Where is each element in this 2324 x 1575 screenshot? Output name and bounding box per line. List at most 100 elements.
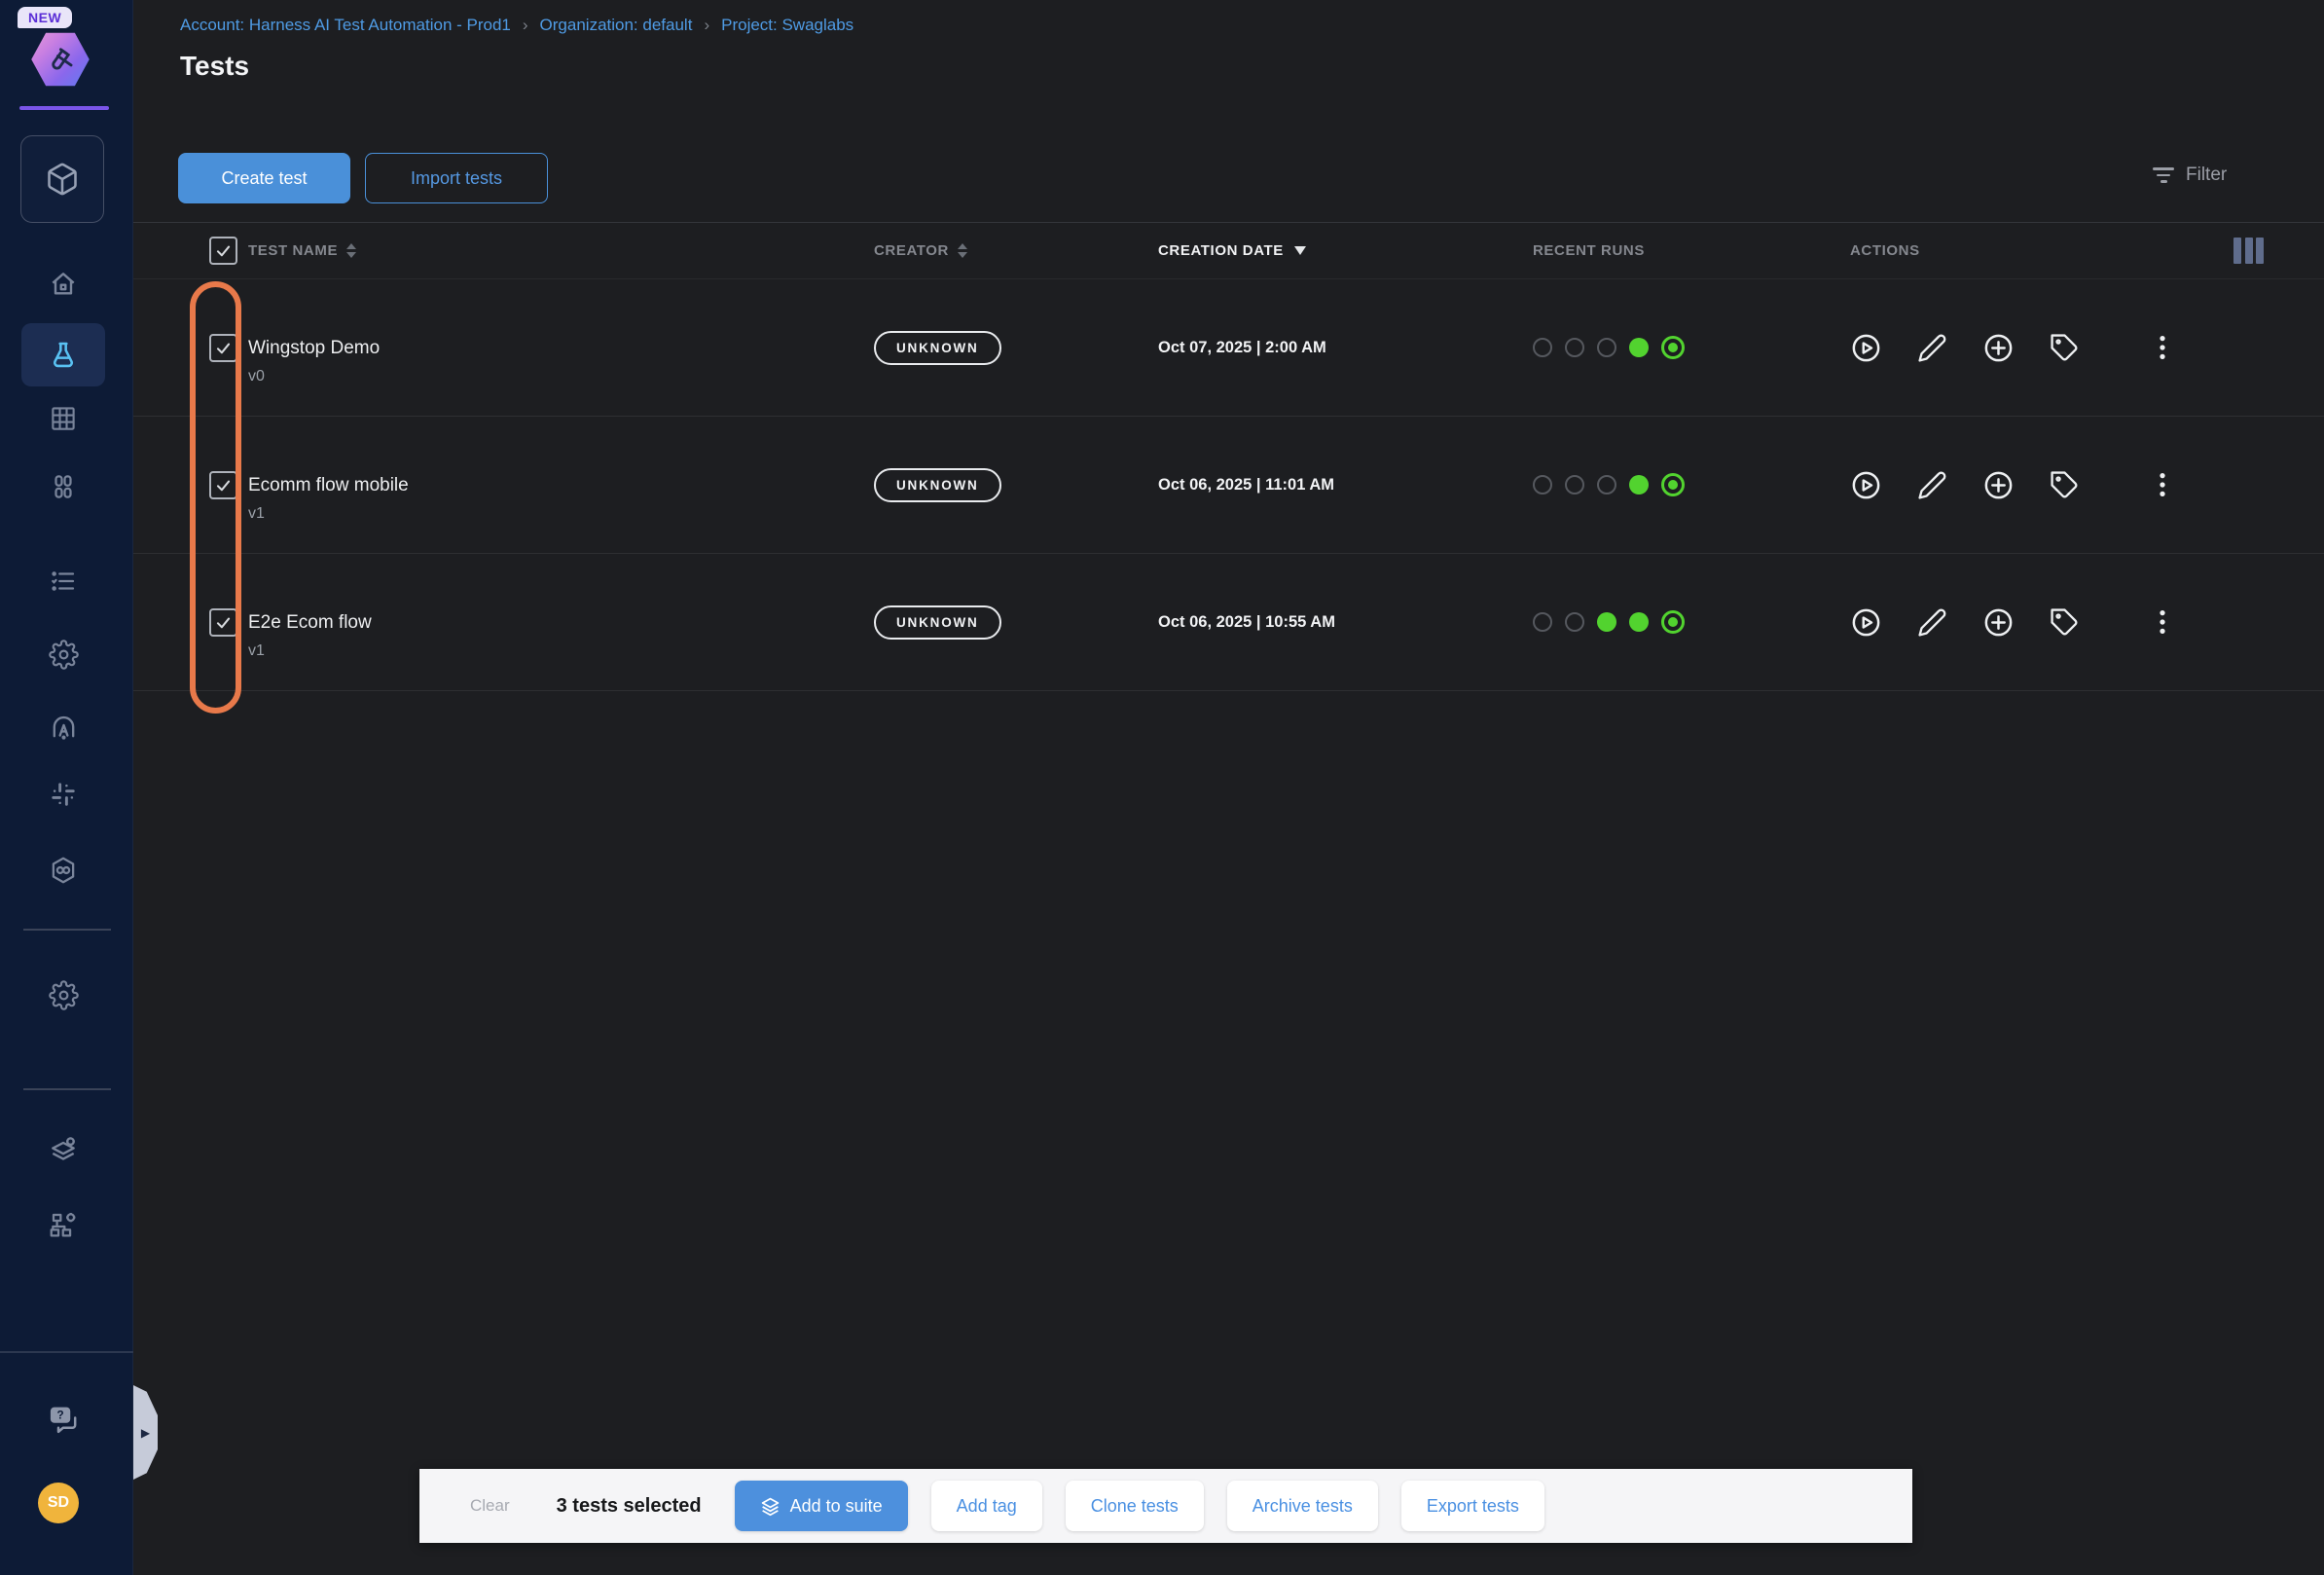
recent-runs	[1533, 610, 1850, 634]
sidebar-item-org-structure-icon[interactable]	[21, 1193, 105, 1256]
run-status-dot[interactable]	[1565, 612, 1584, 632]
edit-test-pencil-icon[interactable]	[1917, 607, 1947, 638]
run-status-dot[interactable]	[1629, 475, 1649, 494]
harness-logo-icon[interactable]	[30, 31, 91, 88]
sidebar-item-kanban[interactable]	[21, 456, 105, 518]
sidebar-divider	[23, 929, 111, 931]
svg-text:?: ?	[56, 1409, 63, 1421]
sidebar-expand-handle[interactable]: ▶	[133, 1385, 158, 1480]
tag-icon[interactable]	[2050, 333, 2080, 363]
column-header-creator[interactable]: CREATOR	[874, 242, 1158, 259]
sort-icon	[346, 243, 356, 258]
column-header-actions: ACTIONS	[1850, 242, 2233, 259]
column-header-recent-runs: RECENT RUNS	[1533, 242, 1850, 259]
sidebar-item-account-settings-gear-icon[interactable]	[21, 964, 105, 1026]
run-status-dot[interactable]	[1597, 338, 1616, 357]
run-status-dot[interactable]	[1597, 612, 1616, 632]
run-status-dot[interactable]	[1565, 338, 1584, 357]
test-name[interactable]: E2e Ecom flow	[248, 612, 874, 634]
filter-button[interactable]: Filter	[2153, 154, 2227, 197]
creation-date: Oct 07, 2025 | 2:00 AM	[1158, 339, 1533, 357]
test-version: v1	[248, 505, 874, 523]
run-status-dot[interactable]	[1533, 475, 1552, 494]
filter-icon	[2153, 167, 2174, 183]
edit-test-pencil-icon[interactable]	[1917, 333, 1947, 363]
sidebar-item-agents[interactable]	[21, 695, 105, 757]
sidebar-divider	[23, 1088, 111, 1090]
run-test-play-icon[interactable]	[1850, 606, 1882, 639]
run-status-dot[interactable]	[1533, 338, 1552, 357]
more-options-kebab-icon[interactable]	[2148, 470, 2177, 499]
table-row: Ecomm flow mobile v1 UNKNOWN Oct 06, 202…	[133, 417, 2324, 554]
add-plus-icon[interactable]	[1982, 606, 2015, 639]
import-tests-button[interactable]: Import tests	[365, 153, 548, 203]
sidebar-item-integrations-slack-icon[interactable]	[21, 763, 105, 825]
recent-runs	[1533, 336, 1850, 359]
sidebar-item-checklist[interactable]	[21, 550, 105, 612]
table-body: Wingstop Demo v0 UNKNOWN Oct 07, 2025 | …	[133, 279, 2324, 691]
run-status-dot[interactable]	[1597, 475, 1616, 494]
sidebar-item-home[interactable]	[21, 253, 105, 315]
more-options-kebab-icon[interactable]	[2148, 607, 2177, 637]
row-actions	[1850, 469, 2233, 501]
help-chat-icon[interactable]: ?	[21, 1388, 105, 1450]
table-row: E2e Ecom flow v1 UNKNOWN Oct 06, 2025 | …	[133, 554, 2324, 691]
run-test-play-icon[interactable]	[1850, 469, 1882, 501]
recent-runs	[1533, 473, 1850, 496]
archive-tests-button[interactable]: Archive tests	[1227, 1481, 1378, 1531]
tag-icon[interactable]	[2050, 607, 2080, 638]
row-checkbox[interactable]	[209, 334, 237, 362]
sort-desc-icon	[1294, 246, 1306, 255]
add-plus-icon[interactable]	[1982, 332, 2015, 364]
add-to-suite-button[interactable]: Add to suite	[735, 1481, 908, 1531]
sidebar-section-border	[0, 1351, 133, 1353]
logo-underline	[19, 106, 109, 110]
column-settings-icon[interactable]	[2233, 238, 2324, 264]
test-name[interactable]: Wingstop Demo	[248, 338, 874, 359]
tag-icon[interactable]	[2050, 470, 2080, 500]
sidebar: NEW	[0, 0, 133, 1575]
test-name[interactable]: Ecomm flow mobile	[248, 475, 874, 496]
creator-badge: UNKNOWN	[874, 605, 1001, 640]
tests-table: TEST NAME CREATOR CREATION DATE RECENT R…	[133, 223, 2324, 691]
row-checkbox[interactable]	[209, 608, 237, 637]
run-status-dot[interactable]	[1661, 336, 1685, 359]
create-test-button[interactable]: Create test	[178, 153, 350, 203]
run-status-dot[interactable]	[1533, 612, 1552, 632]
column-header-creation-date[interactable]: CREATION DATE	[1158, 242, 1533, 259]
app-root: NEW	[0, 0, 2324, 1575]
layers-icon	[760, 1496, 781, 1517]
clone-tests-button[interactable]: Clone tests	[1066, 1481, 1204, 1531]
sidebar-item-settings-gear-icon[interactable]	[21, 623, 105, 685]
test-version: v0	[248, 368, 874, 385]
module-switcher-cube-icon[interactable]	[20, 135, 104, 223]
add-plus-icon[interactable]	[1982, 469, 2015, 501]
breadcrumb-account-link[interactable]: Account: Harness AI Test Automation - Pr…	[180, 16, 511, 35]
run-status-dot[interactable]	[1661, 473, 1685, 496]
creator-badge: UNKNOWN	[874, 331, 1001, 365]
table-header-row: TEST NAME CREATOR CREATION DATE RECENT R…	[133, 223, 2324, 279]
run-status-dot[interactable]	[1661, 610, 1685, 634]
run-test-play-icon[interactable]	[1850, 332, 1882, 364]
breadcrumb-separator: ›	[523, 16, 528, 35]
more-options-kebab-icon[interactable]	[2148, 333, 2177, 362]
new-badge: NEW	[18, 7, 72, 28]
breadcrumb-project-link[interactable]: Project: Swaglabs	[721, 16, 853, 35]
edit-test-pencil-icon[interactable]	[1917, 470, 1947, 500]
sidebar-item-tests-flask-icon[interactable]	[21, 323, 105, 386]
breadcrumb-org-link[interactable]: Organization: default	[540, 16, 693, 35]
select-all-checkbox[interactable]	[209, 237, 237, 265]
run-status-dot[interactable]	[1629, 612, 1649, 632]
run-status-dot[interactable]	[1629, 338, 1649, 357]
user-avatar[interactable]: SD	[38, 1483, 79, 1523]
sidebar-item-grid[interactable]	[21, 387, 105, 450]
run-status-dot[interactable]	[1565, 475, 1584, 494]
column-header-test-name[interactable]: TEST NAME	[248, 242, 874, 259]
export-tests-button[interactable]: Export tests	[1401, 1481, 1544, 1531]
sidebar-item-layers-icon[interactable]	[21, 1119, 105, 1182]
sidebar-item-pipelines-infinity-icon[interactable]	[21, 839, 105, 901]
row-checkbox[interactable]	[209, 471, 237, 499]
breadcrumb-separator: ›	[704, 16, 709, 35]
add-tag-button[interactable]: Add tag	[931, 1481, 1042, 1531]
clear-selection-button[interactable]: Clear	[470, 1496, 510, 1516]
